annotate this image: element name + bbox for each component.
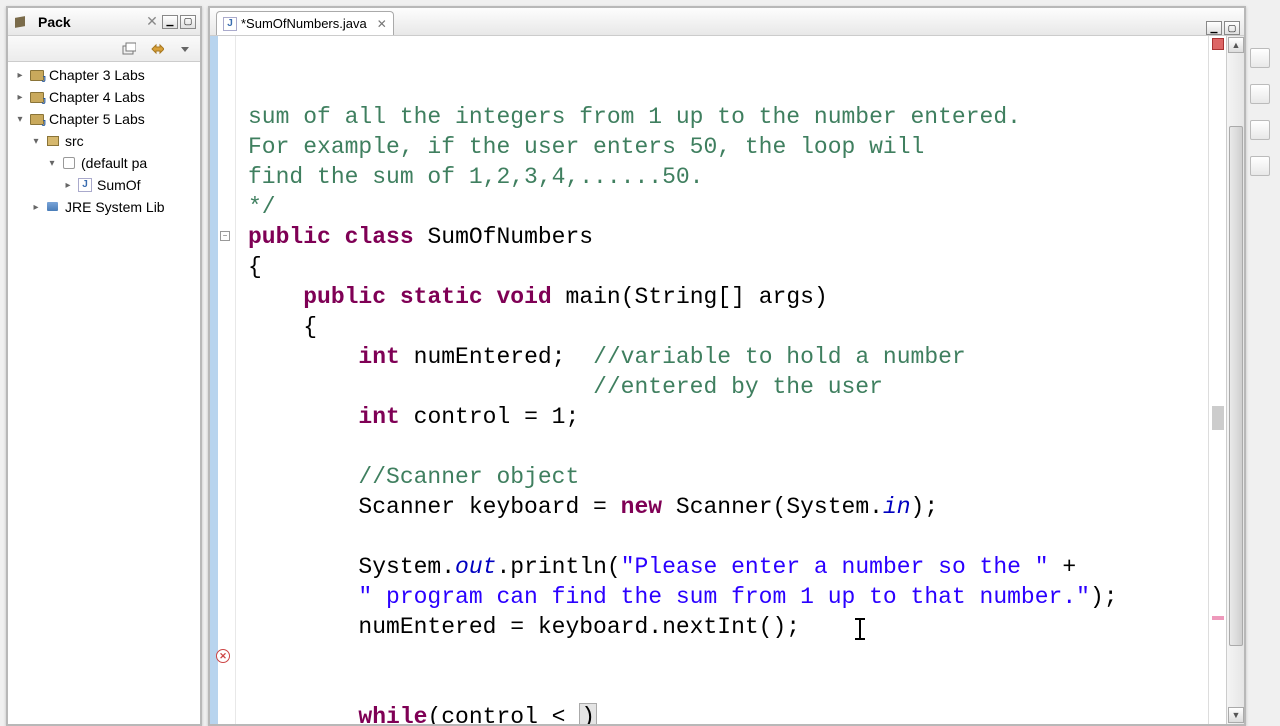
perspective-button[interactable] [1250,156,1270,176]
problems-view-button[interactable] [1250,120,1270,140]
panel-minimize-button[interactable]: ▁ [162,15,178,29]
editor-tab[interactable]: *SumOfNumbers.java ✕ [216,11,394,35]
code-line[interactable]: //entered by the user [248,372,1202,402]
tree-expander-icon[interactable]: ▸ [14,69,26,81]
tab-close-icon[interactable]: ✕ [377,17,387,31]
code-line[interactable]: " program can find the sum from 1 up to … [248,582,1202,612]
editor-tab-bar: *SumOfNumbers.java ✕ ▁ ▢ [210,8,1244,36]
lib-icon [45,199,61,215]
scroll-up-button[interactable]: ▲ [1228,37,1244,53]
code-line[interactable]: For example, if the user enters 50, the … [248,132,1202,162]
java-file-icon [223,17,237,31]
tree-item[interactable]: ▸ Chapter 3 Labs [8,64,200,86]
code-line[interactable]: System.out.println("Please enter a numbe… [248,552,1202,582]
package-explorer-panel: Pack ✕ ▁ ▢ ▸ Chapter 3 Labs ▸ Chapter 4 Lab… [6,6,202,726]
code-line[interactable]: numEntered = keyboard.nextInt(); [248,612,1202,642]
collapse-all-button[interactable] [120,40,138,58]
vertical-scrollbar[interactable]: ▲ ▼ [1226,36,1244,724]
src-icon [45,133,61,149]
tree-item[interactable]: ▾ src [8,130,200,152]
code-line[interactable]: { [248,252,1202,282]
code-line[interactable]: sum of all the integers from 1 up to the… [248,102,1202,132]
code-line[interactable]: find the sum of 1,2,3,4,......50. [248,162,1202,192]
editor-frame: *SumOfNumbers.java ✕ ▁ ▢ − sum of all th… [208,6,1246,726]
tree-item-label: JRE System Lib [65,199,165,215]
scrollbar-thumb[interactable] [1229,126,1243,646]
tree-expander-icon[interactable]: ▸ [30,201,42,213]
code-line[interactable]: int numEntered; //variable to hold a num… [248,342,1202,372]
panel-title: Pack [32,14,144,30]
panel-close-icon[interactable]: ✕ [144,14,160,30]
view-menu-button[interactable] [176,40,194,58]
code-line[interactable]: public static void main(String[] args) [248,282,1202,312]
tree-expander-icon[interactable]: ▾ [30,135,42,147]
proj-icon [29,111,45,127]
outline-view-button[interactable] [1250,48,1270,68]
code-line[interactable]: int control = 1; [248,402,1202,432]
task-list-button[interactable] [1250,84,1270,104]
overview-ruler[interactable] [1208,36,1226,724]
code-line[interactable]: Scanner keyboard = new Scanner(System.in… [248,492,1202,522]
tree-expander-icon[interactable]: ▸ [62,179,74,191]
code-line[interactable] [248,432,1202,462]
panel-maximize-button[interactable]: ▢ [180,15,196,29]
tree-expander-icon[interactable]: ▸ [14,91,26,103]
tree-item[interactable]: ▾ Chapter 5 Labs [8,108,200,130]
code-line[interactable] [248,672,1202,702]
link-editor-button[interactable] [148,40,166,58]
tree-item-label: Chapter 4 Labs [49,89,145,105]
tree-expander-icon[interactable]: ▾ [14,113,26,125]
editor-body: − sum of all the integers from 1 up to t… [210,36,1244,724]
ruler-error-mark[interactable] [1212,616,1224,620]
proj-icon [29,67,45,83]
tree-item-label: SumOf [97,177,141,193]
project-tree[interactable]: ▸ Chapter 3 Labs ▸ Chapter 4 Labs ▾ Chapter 5… [8,62,200,724]
code-line[interactable]: while(control < ) [248,702,1202,724]
tree-item-label: src [65,133,84,149]
java-icon [77,177,93,193]
panel-header: Pack ✕ ▁ ▢ [8,8,200,36]
class-scope-marker [210,36,218,724]
editor-tab-label: *SumOfNumbers.java [241,16,367,31]
tree-item[interactable]: ▾ (default pa [8,152,200,174]
right-trim-toolbar [1246,6,1274,726]
code-editor[interactable]: sum of all the integers from 1 up to the… [236,36,1208,724]
fold-toggle-button[interactable]: − [220,231,230,241]
editor-gutter[interactable]: − [210,36,236,724]
pkg-icon [61,155,77,171]
tree-item-label: Chapter 5 Labs [49,111,145,127]
code-line[interactable] [248,522,1202,552]
tree-expander-icon[interactable]: ▾ [46,157,58,169]
tree-item[interactable]: ▸ Chapter 4 Labs [8,86,200,108]
code-line[interactable]: //Scanner object [248,462,1202,492]
proj-icon [29,89,45,105]
ruler-scroll-thumb[interactable] [1212,406,1224,430]
error-marker-icon[interactable] [216,649,230,663]
package-explorer-icon [12,14,28,30]
code-line[interactable]: */ [248,192,1202,222]
editor-maximize-button[interactable]: ▢ [1224,21,1240,35]
panel-toolbar [8,36,200,62]
code-line[interactable] [248,642,1202,672]
editor-minimize-button[interactable]: ▁ [1206,21,1222,35]
code-line[interactable]: public class SumOfNumbers [248,222,1202,252]
tree-item[interactable]: ▸ SumOf [8,174,200,196]
tree-item-label: (default pa [81,155,147,171]
code-line[interactable]: { [248,312,1202,342]
scroll-down-button[interactable]: ▼ [1228,707,1244,723]
tree-item[interactable]: ▸ JRE System Lib [8,196,200,218]
editor-area: *SumOfNumbers.java ✕ ▁ ▢ − sum of all th… [208,6,1274,726]
error-summary-indicator[interactable] [1212,38,1224,50]
tree-item-label: Chapter 3 Labs [49,67,145,83]
